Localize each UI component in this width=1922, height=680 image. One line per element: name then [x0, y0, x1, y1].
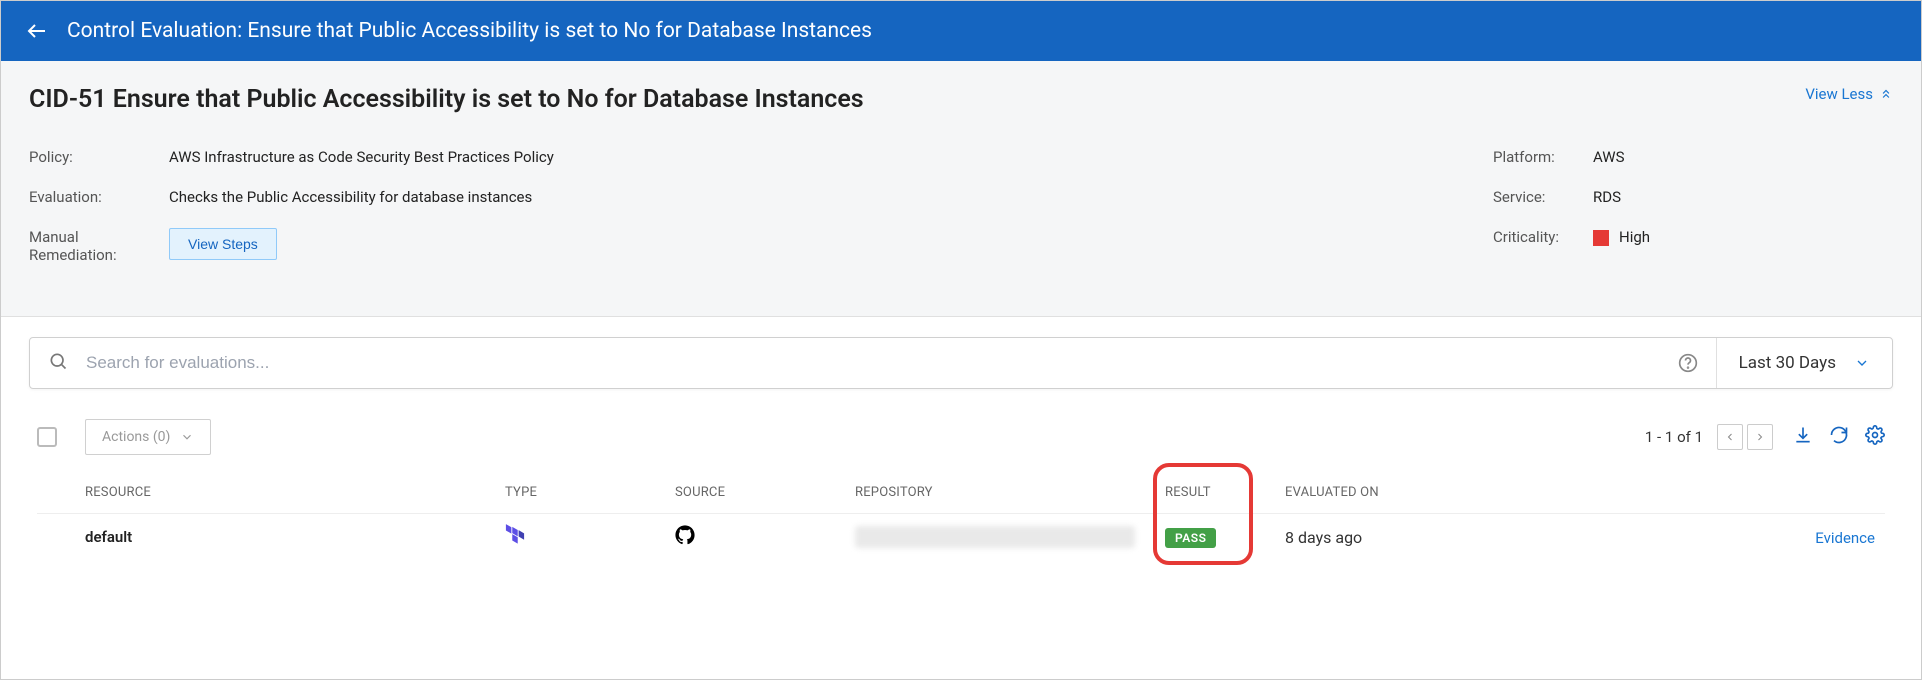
manual-remediation-label: Manual Remediation:: [29, 228, 169, 264]
col-source: SOURCE: [675, 485, 855, 500]
search-icon: [30, 351, 86, 375]
type-terraform-icon: [505, 524, 675, 550]
platform-value: AWS: [1593, 148, 1625, 166]
header-title: Control Evaluation: Ensure that Public A…: [67, 19, 872, 43]
col-resource: RESOURCE: [85, 485, 505, 500]
back-arrow-icon[interactable]: [25, 19, 49, 43]
actions-dropdown[interactable]: Actions (0): [85, 419, 211, 455]
evidence-link[interactable]: Evidence: [1815, 529, 1875, 547]
result-cell: PASS: [1165, 527, 1285, 548]
chevron-down-icon: [180, 430, 194, 444]
view-steps-button[interactable]: View Steps: [169, 228, 277, 260]
next-page-button[interactable]: [1747, 424, 1773, 450]
criticality-label: Criticality:: [1493, 228, 1593, 246]
policy-label: Policy:: [29, 148, 169, 166]
date-filter-dropdown[interactable]: Last 30 Days: [1717, 338, 1892, 388]
search-box: Last 30 Days: [29, 337, 1893, 389]
criticality-swatch-icon: [1593, 230, 1609, 246]
pager-text: 1 - 1 of 1: [1645, 428, 1703, 446]
prev-page-button[interactable]: [1717, 424, 1743, 450]
actions-label: Actions (0): [102, 429, 170, 445]
evaluation-label: Evaluation:: [29, 188, 169, 206]
evaluated-on-cell: 8 days ago: [1285, 528, 1455, 547]
header-bar: Control Evaluation: Ensure that Public A…: [1, 1, 1921, 61]
refresh-icon[interactable]: [1829, 425, 1849, 449]
chevron-down-icon: [1854, 355, 1870, 371]
help-icon[interactable]: [1660, 338, 1717, 388]
col-evaluated-on: EVALUATED ON: [1285, 485, 1455, 500]
settings-gear-icon[interactable]: [1865, 425, 1885, 449]
table-row[interactable]: default PASS 8 days ago Evidence: [37, 513, 1885, 560]
evaluation-value: Checks the Public Accessibility for data…: [169, 188, 532, 206]
policy-value: AWS Infrastructure as Code Security Best…: [169, 148, 554, 166]
repository-cell: [855, 526, 1165, 548]
date-filter-label: Last 30 Days: [1739, 353, 1836, 373]
source-github-icon: [675, 525, 855, 549]
select-all-checkbox[interactable]: [37, 427, 57, 447]
search-input[interactable]: [86, 353, 1660, 373]
pass-badge: PASS: [1165, 528, 1216, 548]
table-controls: Actions (0) 1 - 1 of 1: [1, 401, 1921, 467]
page-title: CID-51 Ensure that Public Accessibility …: [29, 85, 864, 114]
detail-panel: CID-51 Ensure that Public Accessibility …: [1, 61, 1921, 317]
service-label: Service:: [1493, 188, 1593, 206]
repository-redacted: [855, 526, 1135, 548]
view-less-label: View Less: [1805, 85, 1873, 103]
criticality-text: High: [1619, 228, 1650, 246]
col-type: TYPE: [505, 485, 675, 500]
table-header-row: RESOURCE TYPE SOURCE REPOSITORY RESULT E…: [37, 467, 1885, 513]
resource-name: default: [85, 528, 505, 546]
search-row: Last 30 Days: [1, 317, 1921, 401]
platform-label: Platform:: [1493, 148, 1593, 166]
view-less-toggle[interactable]: View Less: [1805, 85, 1893, 103]
download-icon[interactable]: [1793, 425, 1813, 449]
criticality-value: High: [1593, 228, 1650, 246]
col-result: RESULT: [1165, 485, 1285, 500]
results-table: RESOURCE TYPE SOURCE REPOSITORY RESULT E…: [1, 467, 1921, 560]
service-value: RDS: [1593, 188, 1621, 206]
col-repository: REPOSITORY: [855, 485, 1165, 500]
